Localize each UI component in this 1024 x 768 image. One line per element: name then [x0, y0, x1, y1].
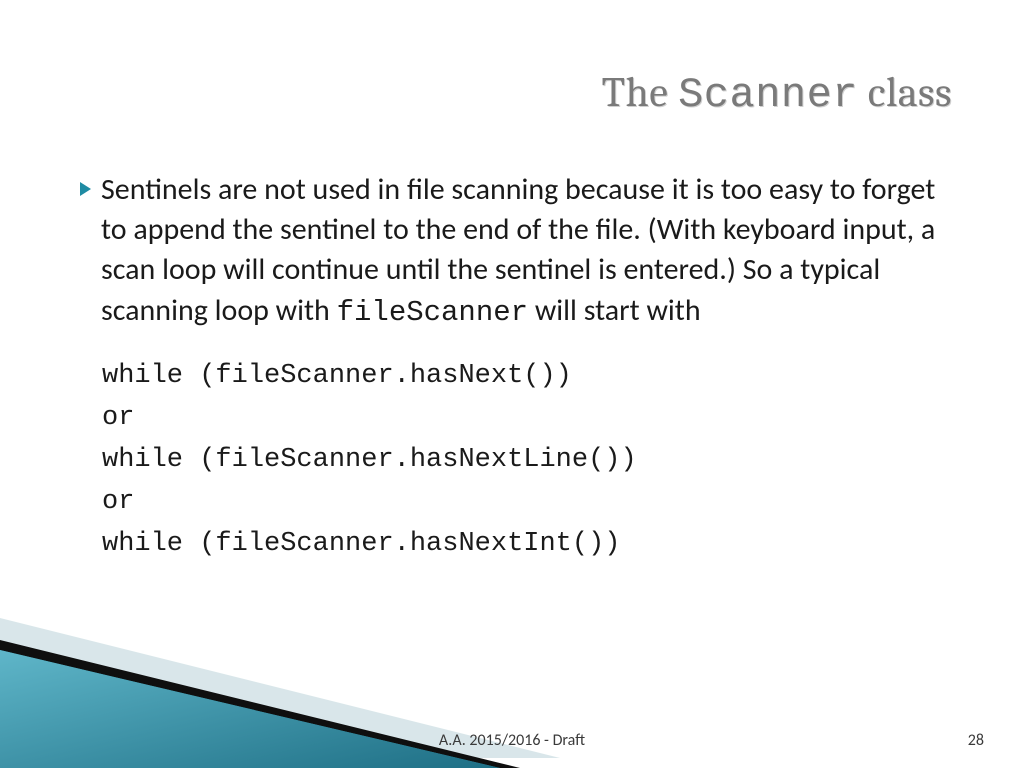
bullet-inline-code: fileScanner — [337, 296, 528, 329]
code-line-3: while (fileScanner.hasNextInt()) — [102, 529, 620, 559]
triangle-bullet-icon — [80, 182, 91, 196]
title-suffix: class — [858, 68, 952, 117]
bullet-text: Sentinels are not used in file scanning … — [101, 170, 950, 332]
code-or-2: or — [102, 487, 134, 517]
slide-body: Sentinels are not used in file scanning … — [80, 170, 950, 566]
title-prefix: The — [602, 68, 678, 117]
code-line-1: while (fileScanner.hasNext()) — [102, 361, 572, 391]
title-codeword: Scanner — [678, 71, 858, 119]
page-number: 28 — [968, 731, 984, 750]
code-block: while (fileScanner.hasNext()) or while (… — [102, 356, 950, 565]
bullet-row: Sentinels are not used in file scanning … — [80, 170, 950, 332]
bullet-part2: will start with — [528, 292, 701, 329]
code-line-2: while (fileScanner.hasNextLine()) — [102, 445, 637, 475]
slide: The Scanner class Sentinels are not used… — [0, 0, 1024, 768]
footer-text: A.A. 2015/2016 - Draft — [0, 731, 1024, 750]
slide-title: The Scanner class — [602, 68, 952, 119]
code-or-1: or — [102, 403, 134, 433]
